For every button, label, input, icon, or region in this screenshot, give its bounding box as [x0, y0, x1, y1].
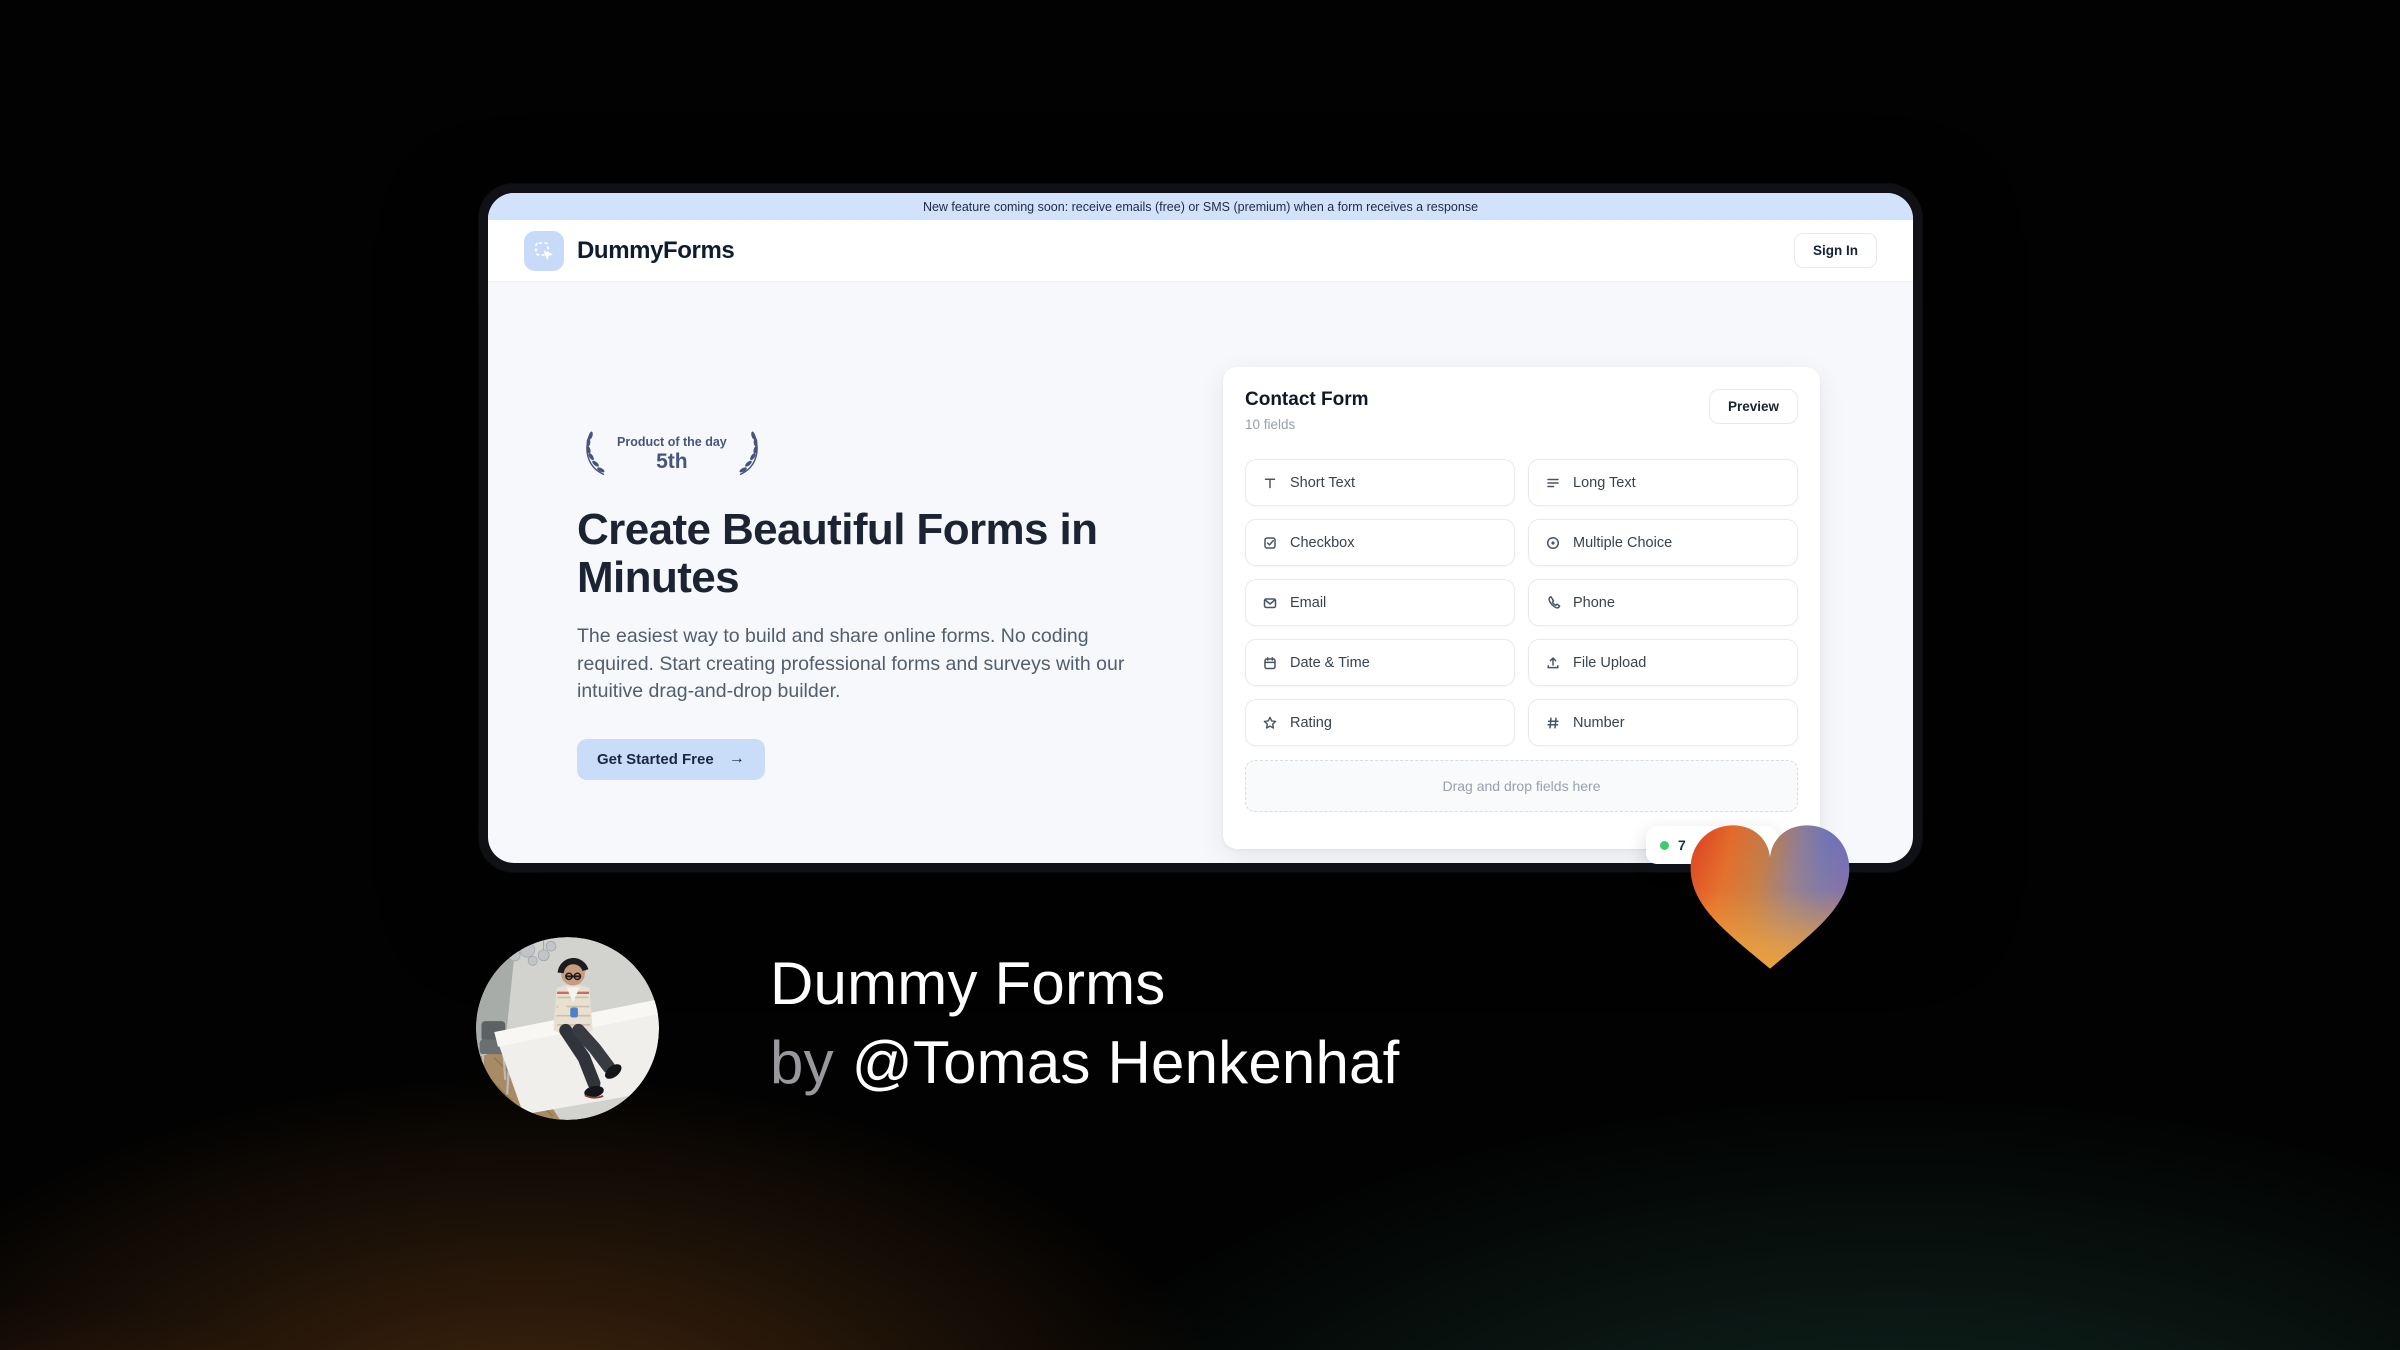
hero-title: Create Beautiful Forms in Minutes [577, 505, 1098, 602]
app-header: DummyForms Sign In [488, 220, 1913, 282]
multiple-choice-icon [1546, 536, 1560, 549]
author-handle: @Tomas Henkenhaf [851, 1029, 1400, 1096]
long-text-icon [1547, 478, 1559, 487]
field-short-text[interactable]: Short Text [1245, 459, 1515, 506]
short-text-icon [1264, 477, 1276, 488]
author-avatar [476, 937, 659, 1120]
field-checkbox[interactable]: Checkbox [1245, 519, 1515, 566]
announcement-banner: New feature coming soon: receive emails … [488, 193, 1913, 220]
preview-button[interactable]: Preview [1708, 389, 1798, 424]
avatar-photo-illustration [476, 937, 659, 1120]
cta-label: Get Started Free [597, 750, 714, 768]
calendar-icon [1264, 656, 1276, 669]
field-rating[interactable]: Rating [1245, 699, 1515, 746]
badge-text: Product of the day 5th [617, 435, 727, 474]
gradient-heart-icon [1690, 825, 1850, 969]
main-content: Product of the day 5th Create Beautiful … [488, 282, 1913, 863]
checkbox-icon [1264, 536, 1276, 549]
email-icon [1263, 597, 1277, 608]
announcement-text: New feature coming soon: receive emails … [922, 199, 1479, 214]
watermark-byline: by @Tomas Henkenhaf [770, 1023, 1400, 1102]
field-multiple-choice[interactable]: Multiple Choice [1528, 519, 1798, 566]
app-viewport: New feature coming soon: receive emails … [488, 193, 1913, 863]
phone-icon [1548, 595, 1561, 609]
browser-window: New feature coming soon: receive emails … [479, 184, 1922, 872]
card-title-block: Contact Form 10 fields [1245, 389, 1369, 432]
field-phone[interactable]: Phone [1528, 579, 1798, 626]
drag-cursor-icon [535, 241, 553, 259]
star-icon [1263, 716, 1277, 729]
get-started-button[interactable]: Get Started Free → [577, 738, 765, 780]
sign-in-button[interactable]: Sign In [1794, 233, 1877, 268]
form-title: Contact Form [1245, 389, 1369, 410]
dropzone-text: Drag and drop fields here [1442, 778, 1601, 794]
arrow-right-icon: → [728, 750, 745, 767]
field-date-time[interactable]: Date & Time [1245, 639, 1515, 686]
card-header: Contact Form 10 fields Preview [1245, 389, 1798, 432]
field-file-upload[interactable]: File Upload [1528, 639, 1798, 686]
hero-description: The easiest way to build and share onlin… [577, 625, 1125, 702]
field-count: 10 fields [1245, 417, 1296, 432]
watermark: Dummy Forms by @Tomas Henkenhaf [770, 944, 1400, 1102]
field-type-grid: Short Text Long Text Checkbox Multiple C… [1245, 459, 1798, 746]
hero-section: Product of the day 5th Create Beautiful … [577, 428, 1157, 780]
hash-icon [1547, 716, 1559, 729]
laurel-left-icon [586, 431, 605, 475]
byline-prefix: by [770, 1029, 834, 1096]
badge-rank: 5th [656, 449, 688, 473]
field-number[interactable]: Number [1528, 699, 1798, 746]
form-builder-card: Contact Form 10 fields Preview Short Tex… [1223, 367, 1820, 849]
drag-drop-zone[interactable]: Drag and drop fields here [1245, 760, 1798, 812]
laurel-right-icon [739, 431, 758, 475]
watermark-title: Dummy Forms [770, 950, 1166, 1017]
app-logo[interactable] [524, 230, 564, 271]
field-long-text[interactable]: Long Text [1528, 459, 1798, 506]
product-of-the-day-badge: Product of the day 5th [577, 428, 758, 480]
badge-line1: Product of the day [617, 434, 727, 449]
upload-icon [1547, 656, 1559, 668]
field-email[interactable]: Email [1245, 579, 1515, 626]
brand-name: DummyForms [577, 236, 735, 264]
green-status-dot [1660, 840, 1669, 850]
